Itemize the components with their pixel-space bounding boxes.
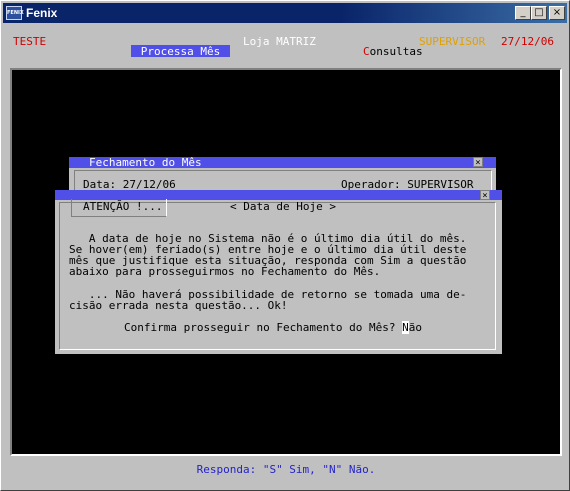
maximize-button[interactable]: □ — [531, 6, 547, 20]
menu-processa-mes[interactable]: Processa Mês — [131, 45, 230, 58]
user-label: SUPERVISOR — [419, 35, 486, 48]
minimize-button[interactable]: _ — [515, 6, 531, 20]
minimize-icon: _ — [520, 7, 526, 18]
menu-consultas-label: onsultas — [369, 45, 423, 58]
window-title: Fenix — [26, 6, 58, 20]
fechamento-dialog-title: Fechamento do Mês — [89, 156, 202, 169]
app-header: TESTE Loja MATRIZ SUPERVISOR 27/12/06 Pr… — [3, 25, 567, 65]
close-button[interactable]: × — [549, 6, 565, 20]
atencao-close-button[interactable]: × — [480, 190, 490, 201]
app-logo-icon: FENIX — [6, 6, 24, 20]
atencao-subtitle: < Data de Hoje > — [230, 200, 336, 213]
close-icon: × — [475, 158, 481, 168]
confirm-question: Confirma prosseguir no Fechamento do Mês… — [124, 321, 422, 334]
message-line: cisão errada nesta questão... Ok! — [69, 299, 288, 312]
menu-consultas[interactable]: Consultas — [363, 45, 423, 58]
title-bar[interactable]: FENIX Fenix _ □ × — [3, 3, 567, 23]
status-line: Responda: "S" Sim, "N" Não. — [196, 463, 376, 476]
atencao-tab-label: ATENÇÃO !... — [83, 200, 163, 213]
message-line: abaixo para prosseguirmos no Fechamento … — [69, 265, 381, 278]
answer-cursor[interactable]: N — [402, 321, 409, 334]
store-label: Loja MATRIZ — [243, 35, 316, 48]
maximize-icon: □ — [534, 7, 544, 18]
app-window: FENIX Fenix _ □ × TESTE Loja MATRIZ SUPE… — [0, 0, 570, 491]
close-icon: × — [552, 7, 562, 18]
date-label: 27/12/06 — [501, 35, 554, 48]
atencao-dialog: × ATENÇÃO !... < Data de Hoje > A data d… — [55, 190, 502, 354]
fechamento-close-button[interactable]: × — [473, 157, 483, 168]
answer-rest: ão — [408, 321, 423, 334]
company-label: TESTE — [13, 35, 47, 48]
close-icon: × — [482, 191, 488, 201]
fechamento-dialog-titlebar: Fechamento do Mês × — [69, 156, 496, 169]
confirm-question-text: Confirma prosseguir no Fechamento do Mês… — [124, 321, 403, 334]
menu-consultas-hotkey: C — [363, 45, 370, 58]
